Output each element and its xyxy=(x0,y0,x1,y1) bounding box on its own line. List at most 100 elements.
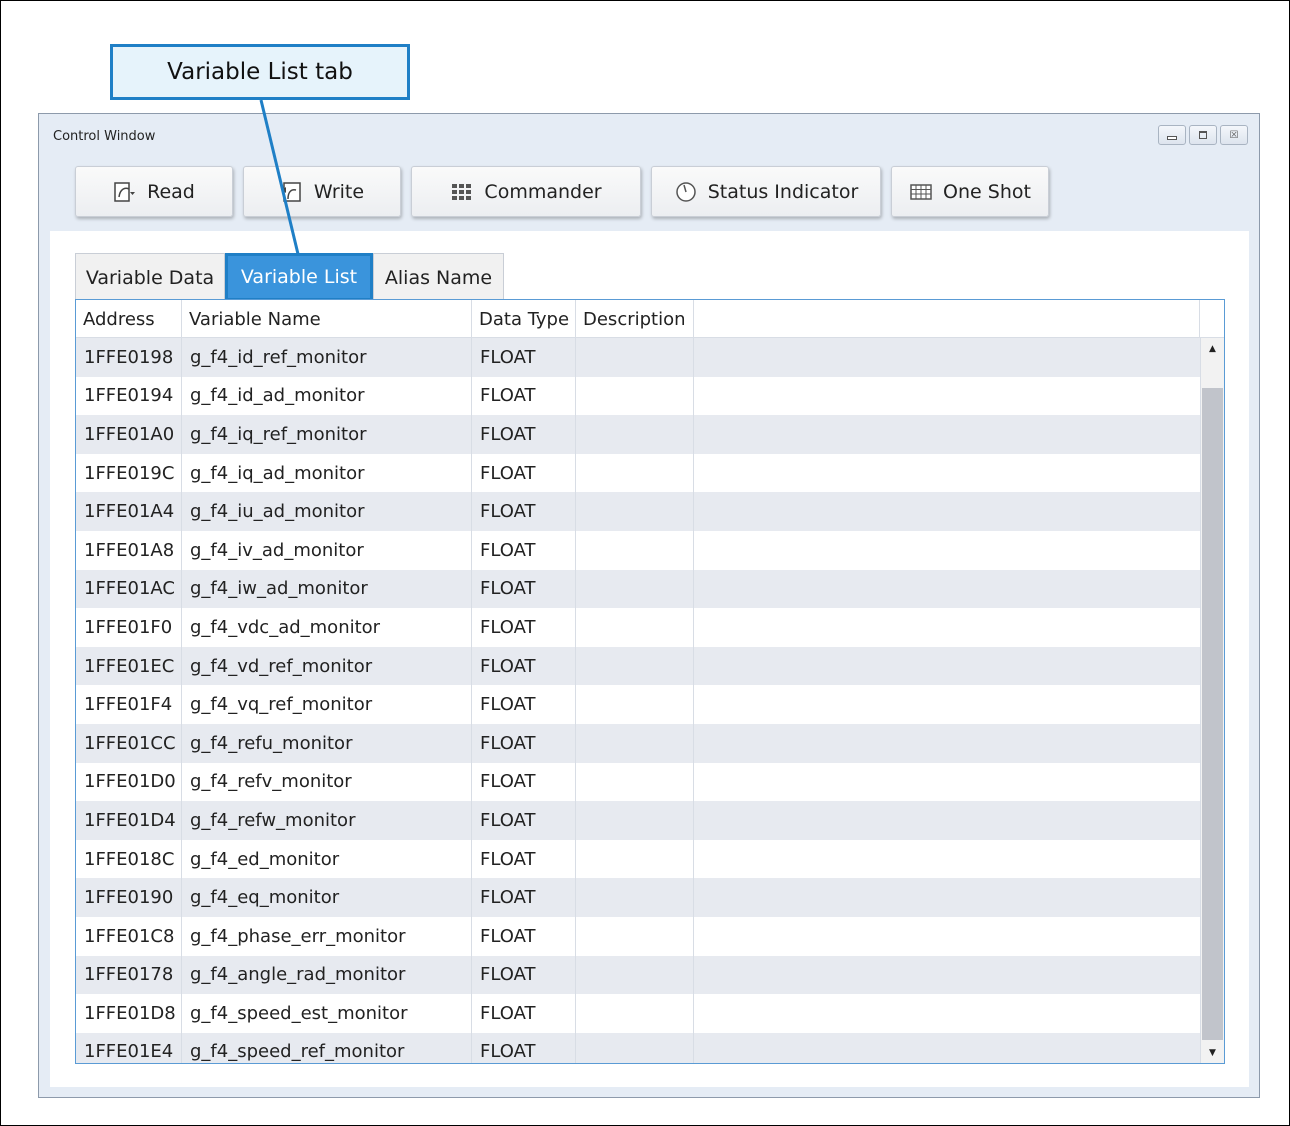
cell-address: 1FFE01D0 xyxy=(76,762,182,802)
commander-button[interactable]: Commander xyxy=(411,166,641,217)
cell-data-type: FLOAT xyxy=(472,338,576,377)
cell-filler xyxy=(694,763,1200,802)
read-button[interactable]: Read xyxy=(75,166,233,217)
scroll-down-arrow-icon[interactable]: ▼ xyxy=(1201,1042,1224,1063)
callout-label: Variable List tab xyxy=(110,44,410,100)
cell-filler xyxy=(694,1033,1200,1063)
scrollbar-thumb[interactable] xyxy=(1202,388,1223,1040)
cell-filler xyxy=(694,956,1200,995)
table-row[interactable]: 1FFE01D4 g_f4_refw_monitor FLOAT xyxy=(76,801,1200,840)
write-icon xyxy=(280,180,304,204)
table-row[interactable]: 1FFE0194 g_f4_id_ad_monitor FLOAT xyxy=(76,376,1200,416)
table-row[interactable]: 1FFE01EC g_f4_vd_ref_monitor FLOAT xyxy=(76,646,1200,686)
cell-variable-name: g_f4_refv_monitor xyxy=(182,762,472,802)
table-row[interactable]: 1FFE01A0 g_f4_iq_ref_monitor FLOAT xyxy=(76,415,1200,454)
cell-address: 1FFE01EC xyxy=(76,646,182,686)
tab-variable-list[interactable]: Variable List xyxy=(225,253,373,301)
cell-filler xyxy=(694,801,1200,840)
tab-alias-name[interactable]: Alias Name xyxy=(373,253,504,301)
table-row[interactable]: 1FFE019C g_f4_iq_ad_monitor FLOAT xyxy=(76,453,1200,493)
minimize-button[interactable] xyxy=(1158,125,1186,145)
one-shot-button[interactable]: One Shot xyxy=(891,166,1049,217)
variable-list-table: Address Variable Name Data Type Descript… xyxy=(75,299,1225,1064)
cell-filler xyxy=(694,724,1200,763)
cell-data-type: FLOAT xyxy=(472,453,576,493)
cell-address: 1FFE01A8 xyxy=(76,530,182,570)
cell-variable-name: g_f4_speed_est_monitor xyxy=(182,994,472,1033)
cell-description xyxy=(576,530,694,570)
cell-data-type: FLOAT xyxy=(472,955,576,995)
column-header-data-type[interactable]: Data Type xyxy=(472,300,576,338)
tab-variable-data[interactable]: Variable Data xyxy=(75,253,225,301)
cell-address: 1FFE018C xyxy=(76,839,182,879)
cell-filler xyxy=(694,608,1200,647)
cell-variable-name: g_f4_iu_ad_monitor xyxy=(182,492,472,531)
cell-description xyxy=(576,569,694,609)
cell-description xyxy=(576,492,694,531)
cell-data-type: FLOAT xyxy=(472,376,576,416)
status-indicator-label: Status Indicator xyxy=(707,180,859,203)
tab-alias-name-label: Alias Name xyxy=(384,266,493,289)
column-header-filler xyxy=(694,300,1200,338)
table-row[interactable]: 1FFE01A4 g_f4_iu_ad_monitor FLOAT xyxy=(76,492,1200,531)
column-header-description[interactable]: Description xyxy=(576,300,694,338)
table-row[interactable]: 1FFE01AC g_f4_iw_ad_monitor FLOAT xyxy=(76,569,1200,609)
table-row[interactable]: 1FFE01D8 g_f4_speed_est_monitor FLOAT xyxy=(76,994,1200,1033)
cell-data-type: FLOAT xyxy=(472,415,576,454)
table-row[interactable]: 1FFE01A8 g_f4_iv_ad_monitor FLOAT xyxy=(76,530,1200,570)
status-indicator-button[interactable]: Status Indicator xyxy=(651,166,881,217)
read-icon xyxy=(113,180,137,204)
close-button[interactable]: ☒ xyxy=(1220,125,1248,145)
window-controls: ☒ xyxy=(1158,125,1248,145)
maximize-button[interactable] xyxy=(1189,125,1217,145)
table-row[interactable]: 1FFE0198 g_f4_id_ref_monitor FLOAT xyxy=(76,338,1200,377)
table-row[interactable]: 1FFE01CC g_f4_refu_monitor FLOAT xyxy=(76,723,1200,763)
close-icon: ☒ xyxy=(1229,129,1239,141)
cell-variable-name: g_f4_vdc_ad_monitor xyxy=(182,608,472,647)
minimize-icon xyxy=(1167,136,1177,140)
table-row[interactable]: 1FFE01F4 g_f4_vq_ref_monitor FLOAT xyxy=(76,685,1200,724)
one-shot-label: One Shot xyxy=(943,180,1031,203)
cell-description xyxy=(576,994,694,1033)
cell-description xyxy=(576,376,694,416)
cell-description xyxy=(576,1032,694,1063)
cell-filler xyxy=(694,878,1200,917)
cell-address: 1FFE01CC xyxy=(76,723,182,763)
cell-address: 1FFE0194 xyxy=(76,376,182,416)
cell-address: 1FFE0190 xyxy=(76,878,182,917)
cell-address: 1FFE01A0 xyxy=(76,415,182,454)
cell-description xyxy=(576,646,694,686)
cell-filler xyxy=(694,917,1200,956)
table-row[interactable]: 1FFE01D0 g_f4_refv_monitor FLOAT xyxy=(76,762,1200,802)
tab-strip: Variable Data Variable List Alias Name xyxy=(75,253,504,301)
table-row[interactable]: 1FFE01C8 g_f4_phase_err_monitor FLOAT xyxy=(76,916,1200,956)
cell-data-type: FLOAT xyxy=(472,646,576,686)
scroll-up-arrow-icon[interactable]: ▲ xyxy=(1201,338,1224,360)
cell-data-type: FLOAT xyxy=(472,723,576,763)
cell-filler xyxy=(694,994,1200,1033)
vertical-scrollbar[interactable]: ▲ ▼ xyxy=(1200,338,1224,1063)
cell-filler xyxy=(694,415,1200,454)
cell-data-type: FLOAT xyxy=(472,569,576,609)
toolbar: Read Write Commander Status Indicator On… xyxy=(75,166,1059,217)
table-row[interactable]: 1FFE018C g_f4_ed_monitor FLOAT xyxy=(76,839,1200,879)
column-header-address[interactable]: Address xyxy=(76,300,182,338)
cell-filler xyxy=(694,377,1200,416)
table-row[interactable]: 1FFE01E4 g_f4_speed_ref_monitor FLOAT xyxy=(76,1032,1200,1063)
table-row[interactable]: 1FFE0190 g_f4_eq_monitor FLOAT xyxy=(76,878,1200,917)
column-header-variable-name[interactable]: Variable Name xyxy=(182,300,472,338)
cell-address: 1FFE01F0 xyxy=(76,608,182,647)
cell-filler xyxy=(694,492,1200,531)
cell-description xyxy=(576,916,694,956)
cell-variable-name: g_f4_eq_monitor xyxy=(182,878,472,917)
cell-data-type: FLOAT xyxy=(472,608,576,647)
cell-address: 1FFE01F4 xyxy=(76,685,182,724)
cell-data-type: FLOAT xyxy=(472,492,576,531)
cell-variable-name: g_f4_refw_monitor xyxy=(182,801,472,840)
write-button[interactable]: Write xyxy=(243,166,401,217)
control-window: Control Window ☒ Read Write Commander St… xyxy=(38,113,1260,1098)
table-row[interactable]: 1FFE0178 g_f4_angle_rad_monitor FLOAT xyxy=(76,955,1200,995)
table-row[interactable]: 1FFE01F0 g_f4_vdc_ad_monitor FLOAT xyxy=(76,608,1200,647)
cell-data-type: FLOAT xyxy=(472,994,576,1033)
cell-data-type: FLOAT xyxy=(472,916,576,956)
